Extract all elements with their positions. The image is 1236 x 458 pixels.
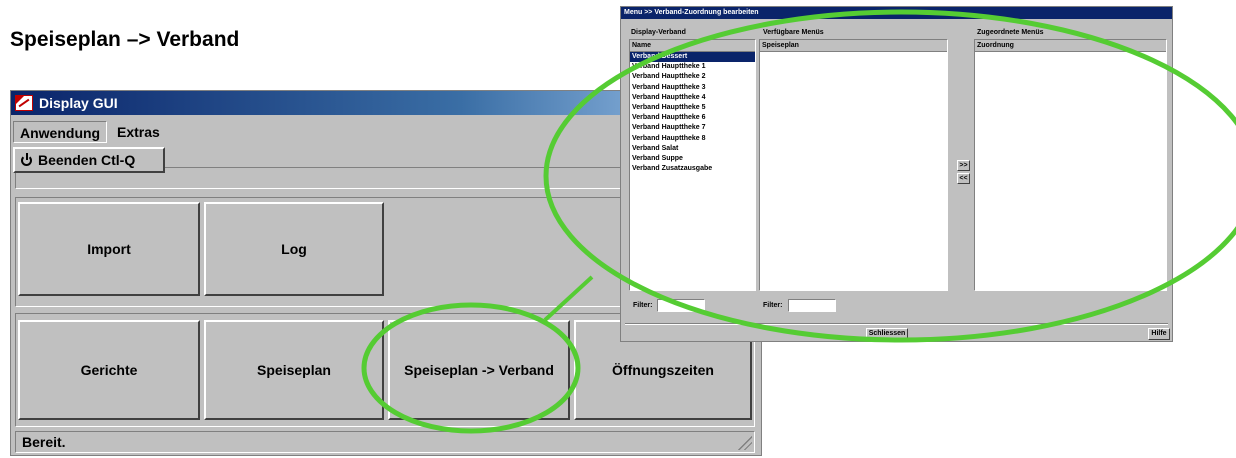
verband-list-item[interactable]: Verband Haupttheke 3 (630, 83, 755, 93)
remove-button[interactable]: << (957, 173, 970, 184)
verband-list[interactable]: Name Verband Dessert Verband Haupttheke 1… (629, 39, 756, 291)
verband-list-item[interactable]: Verband Dessert (630, 52, 755, 63)
menu-item-beenden[interactable]: Beenden Ctl-Q (13, 147, 165, 173)
status-bar: Bereit. (15, 431, 755, 453)
dialog-separator (625, 323, 1168, 325)
verfuegbare-menus-label: Verfügbare Menüs (763, 29, 824, 36)
verband-list-item[interactable]: Verband Haupttheke 2 (630, 72, 755, 82)
resize-grip-icon[interactable] (738, 436, 752, 450)
verband-list-item[interactable]: Verband Haupttheke 7 (630, 123, 755, 133)
status-text: Bereit. (22, 434, 66, 450)
speiseplan-list-header[interactable]: Speiseplan (760, 40, 947, 52)
speiseplan-list[interactable]: Speiseplan (759, 39, 948, 291)
menu-extras[interactable]: Extras (111, 121, 166, 143)
gui-title: Display GUI (39, 95, 118, 111)
verband-list-item[interactable]: Verband Suppe (630, 154, 755, 164)
hilfe-button[interactable]: Hilfe (1148, 328, 1170, 340)
speiseplan-button[interactable]: Speiseplan (204, 320, 384, 420)
verband-list-item[interactable]: Verband Haupttheke 5 (630, 103, 755, 113)
import-button[interactable]: Import (18, 202, 200, 296)
page-heading: Speiseplan –> Verband (10, 28, 240, 51)
verband-list-header[interactable]: Name (630, 40, 755, 52)
verband-list-item[interactable]: Verband Haupttheke 1 (630, 62, 755, 72)
app-logo-icon (15, 95, 33, 111)
menu-item-beenden-label: Beenden Ctl-Q (38, 152, 136, 168)
power-icon (21, 153, 32, 166)
zuordnung-list-header[interactable]: Zuordnung (975, 40, 1166, 52)
verband-list-item[interactable]: Verband Salat (630, 144, 755, 154)
verband-filter-label: Filter: (633, 302, 653, 309)
verband-dialog: Menu >> Verband-Zuordnung bearbeiten Dis… (620, 6, 1173, 342)
add-button[interactable]: >> (957, 160, 970, 171)
verband-filter-input[interactable] (657, 299, 705, 312)
menu-anwendung[interactable]: Anwendung (13, 121, 108, 143)
speiseplan-verband-button[interactable]: Speiseplan -> Verband (388, 320, 570, 420)
speiseplan-filter-input[interactable] (788, 299, 836, 312)
schliessen-button[interactable]: Schliessen (866, 328, 908, 340)
speiseplan-filter-label: Filter: (763, 302, 783, 309)
display-verband-label: Display-Verband (631, 29, 686, 36)
dialog-titlebar[interactable]: Menu >> Verband-Zuordnung bearbeiten (621, 7, 1172, 19)
verband-list-item[interactable]: Verband Haupttheke 8 (630, 134, 755, 144)
verband-list-item[interactable]: Verband Haupttheke 4 (630, 93, 755, 103)
verband-list-item[interactable]: Verband Haupttheke 6 (630, 113, 755, 123)
verband-list-item[interactable]: Verband Zusatzausgabe (630, 164, 755, 174)
log-button[interactable]: Log (204, 202, 384, 296)
zugeordnete-menus-label: Zugeordnete Menüs (977, 29, 1044, 36)
zuordnung-list[interactable]: Zuordnung (974, 39, 1167, 291)
gerichte-button[interactable]: Gerichte (18, 320, 200, 420)
